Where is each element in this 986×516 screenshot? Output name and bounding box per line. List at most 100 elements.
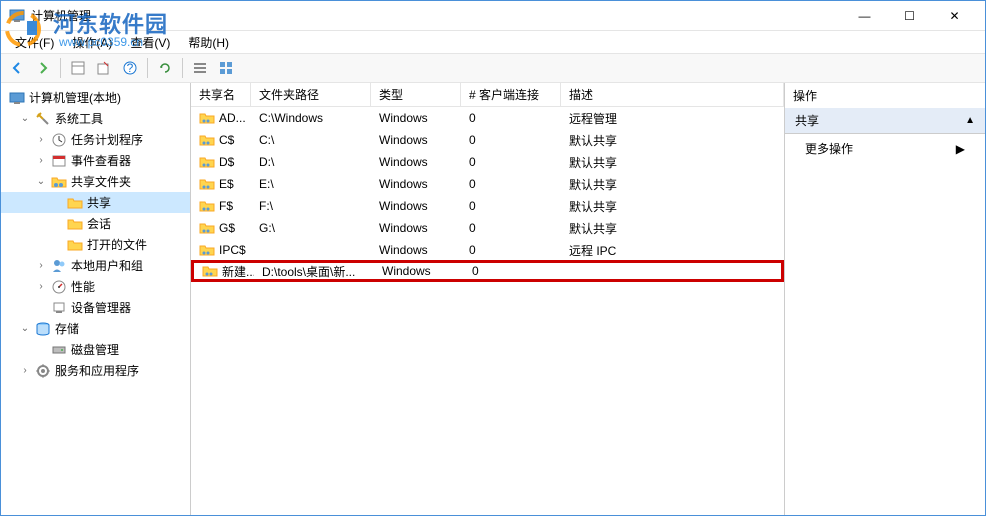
event-icon [51,153,67,169]
tree-label: 设备管理器 [71,299,131,316]
cell-path: C:\Windows [251,109,371,127]
tree-root[interactable]: 计算机管理(本地) [1,87,190,108]
minimize-button[interactable]: — [842,2,887,30]
close-button[interactable]: ✕ [932,2,977,30]
toolbar-separator [182,58,183,78]
table-row[interactable]: C$C:\Windows0默认共享 [191,129,784,151]
toolbar-btn-2[interactable] [92,56,116,80]
collapse-icon[interactable]: ⌄ [35,176,47,187]
toolbar-btn-5[interactable] [188,56,212,80]
forward-button[interactable] [31,56,55,80]
tree-open-files[interactable]: 打开的文件 [1,234,190,255]
expand-icon[interactable]: › [35,134,47,145]
tree-label: 共享 [87,194,111,211]
cell-description: 默认共享 [561,196,784,217]
cell-name: G$ [219,221,235,235]
cell-name: C$ [219,133,234,147]
menu-action[interactable]: 操作(A) [64,32,120,53]
tree-shares[interactable]: 共享 [1,192,190,213]
tree-local-users[interactable]: › 本地用户和组 [1,255,190,276]
tree-task-scheduler[interactable]: › 任务计划程序 [1,129,190,150]
share-folder-icon [199,198,215,214]
col-header-type[interactable]: 类型 [371,83,461,107]
refresh-button[interactable] [153,56,177,80]
back-arrow-icon [9,60,25,76]
export-icon [96,60,112,76]
table-row[interactable]: D$D:\Windows0默认共享 [191,151,784,173]
actions-section-header[interactable]: 共享 ▲ [785,108,985,134]
menu-view[interactable]: 查看(V) [122,32,178,53]
collapse-icon[interactable]: ⌄ [19,323,31,334]
action-more[interactable]: 更多操作 ▶ [785,134,985,163]
table-row[interactable]: IPC$Windows0远程 IPC [191,239,784,261]
tree-services-apps[interactable]: › 服务和应用程序 [1,360,190,381]
share-folder-icon [199,242,215,258]
tree-label: 共享文件夹 [71,173,131,190]
cell-type: Windows [371,241,461,259]
users-icon [51,258,67,274]
cell-description: 远程管理 [561,108,784,129]
performance-icon [51,279,67,295]
tree-device-manager[interactable]: 设备管理器 [1,297,190,318]
cell-path: D:\tools\桌面\新... [254,261,374,282]
menu-file[interactable]: 文件(F) [7,32,62,53]
clock-icon [51,132,67,148]
back-button[interactable] [5,56,29,80]
table-row[interactable]: AD...C:\WindowsWindows0远程管理 [191,107,784,129]
tree-label: 磁盘管理 [71,341,119,358]
cell-type: Windows [371,131,461,149]
cell-path: F:\ [251,197,371,215]
tree-storage[interactable]: ⌄ 存储 [1,318,190,339]
table-row[interactable]: 新建...D:\tools\桌面\新...Windows0 [191,260,784,282]
expand-icon[interactable]: › [35,281,47,292]
table-row[interactable]: G$G:\Windows0默认共享 [191,217,784,239]
maximize-button[interactable]: ☐ [887,2,932,30]
app-icon [9,8,25,24]
shared-folder-icon [51,174,67,190]
expand-icon[interactable]: › [19,365,31,376]
expand-icon[interactable]: › [35,155,47,166]
cell-type: Windows [371,219,461,237]
tree-panel: 计算机管理(本地) ⌄ 系统工具 › 任务计划程序 › 事件查看器 ⌄ 共享文件… [1,83,191,515]
tree-sessions[interactable]: 会话 [1,213,190,234]
cell-type: Windows [374,262,464,280]
table-row[interactable]: F$F:\Windows0默认共享 [191,195,784,217]
col-header-connections[interactable]: # 客户端连接 [461,83,561,107]
table-row[interactable]: E$E:\Windows0默认共享 [191,173,784,195]
toolbar-btn-1[interactable] [66,56,90,80]
services-icon [35,363,51,379]
tree-shared-folders[interactable]: ⌄ 共享文件夹 [1,171,190,192]
tree-system-tools[interactable]: ⌄ 系统工具 [1,108,190,129]
tree-disk-management[interactable]: 磁盘管理 [1,339,190,360]
col-header-path[interactable]: 文件夹路径 [251,83,371,107]
toolbar-btn-6[interactable] [214,56,238,80]
titlebar: 计算机管理 — ☐ ✕ [1,1,985,31]
collapse-icon[interactable]: ⌄ [19,113,31,124]
col-header-name[interactable]: 共享名 [191,83,251,107]
tree-event-viewer[interactable]: › 事件查看器 [1,150,190,171]
cell-connections: 0 [461,175,561,193]
toolbar: ? [1,53,985,83]
cell-description: 远程 IPC [561,240,784,261]
tree-label: 会话 [87,215,111,232]
help-icon: ? [122,60,138,76]
tree-label: 打开的文件 [87,236,147,253]
menu-help[interactable]: 帮助(H) [180,32,237,53]
share-folder-icon [199,110,215,126]
share-folder-icon [202,263,218,279]
tree-performance[interactable]: › 性能 [1,276,190,297]
session-icon [67,216,83,232]
tree-label: 系统工具 [55,110,103,127]
col-header-description[interactable]: 描述 [561,83,784,107]
cell-name: IPC$ [219,243,246,257]
cell-name: F$ [219,199,233,213]
cell-description [564,269,781,273]
cell-path [251,248,371,252]
list-body: AD...C:\WindowsWindows0远程管理C$C:\Windows0… [191,107,784,282]
tree-label: 本地用户和组 [71,257,143,274]
list-icon [192,60,208,76]
toolbar-btn-3[interactable]: ? [118,56,142,80]
action-more-label: 更多操作 [805,140,853,157]
expand-icon[interactable]: › [35,260,47,271]
toolbar-separator [147,58,148,78]
